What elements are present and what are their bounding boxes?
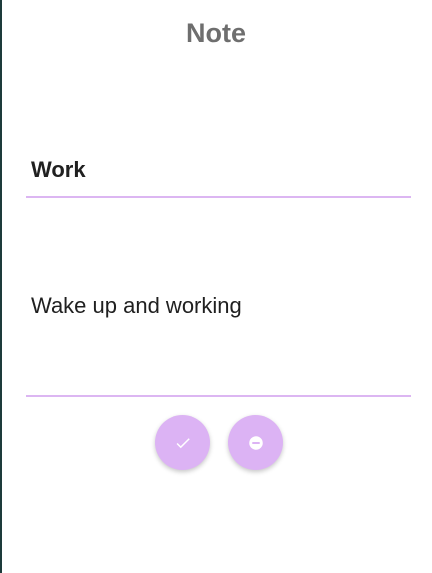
save-button[interactable] — [155, 415, 210, 470]
note-title-field[interactable]: Work — [26, 150, 411, 198]
check-icon — [174, 434, 192, 452]
window-edge — [0, 0, 2, 573]
note-body-field[interactable]: Wake up and working — [26, 280, 411, 397]
page-title: Note — [186, 18, 246, 48]
note-body-value: Wake up and working — [31, 293, 242, 318]
note-title-value: Work — [31, 157, 86, 182]
note-editor-screen: Note Work Wake up and working — [0, 0, 432, 573]
delete-button[interactable] — [228, 415, 283, 470]
minus-circle-icon — [247, 434, 265, 452]
